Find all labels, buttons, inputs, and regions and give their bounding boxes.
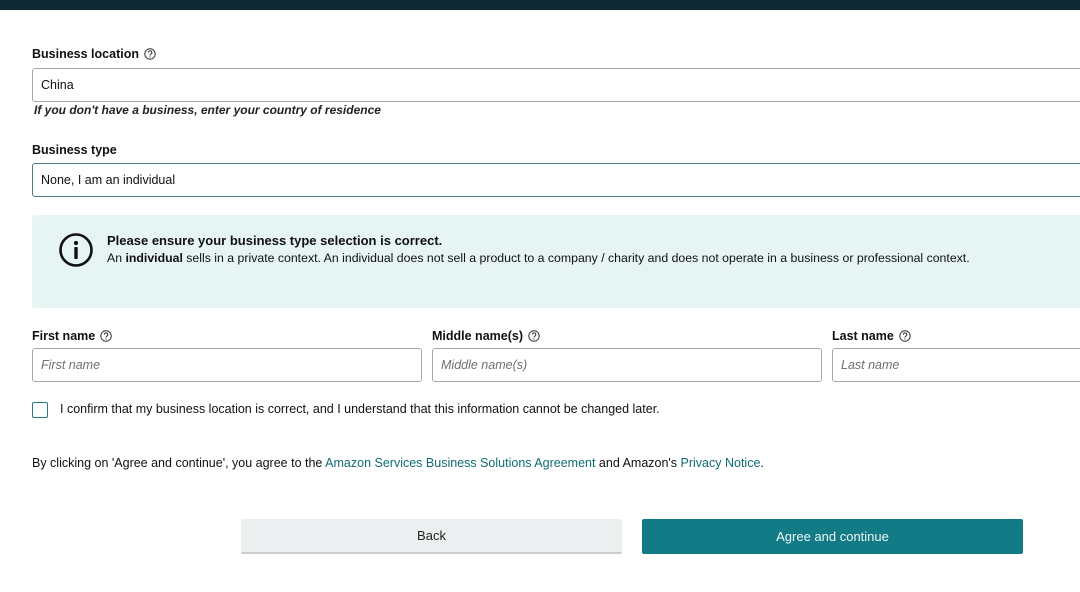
middle-name-input[interactable] [432, 348, 822, 382]
confirm-checkbox-label: I confirm that my business location is c… [60, 402, 660, 416]
business-type-select[interactable]: None, I am an individual [32, 163, 1080, 197]
help-icon[interactable] [528, 330, 540, 342]
last-name-input[interactable] [832, 348, 1080, 382]
info-icon [59, 233, 93, 267]
help-icon[interactable] [899, 330, 911, 342]
privacy-notice-link[interactable]: Privacy Notice [681, 456, 761, 470]
agree-and-continue-button[interactable]: Agree and continue [642, 519, 1023, 554]
info-text: An individual sells in a private context… [107, 251, 970, 265]
help-icon[interactable] [144, 48, 156, 60]
business-location-hint: If you don't have a business, enter your… [34, 103, 381, 117]
top-bar [0, 0, 1080, 10]
agreement-text: By clicking on 'Agree and continue', you… [32, 456, 764, 470]
confirm-checkbox[interactable] [32, 402, 48, 418]
business-location-select[interactable]: China [32, 68, 1080, 102]
first-name-input[interactable] [32, 348, 422, 382]
business-solutions-agreement-link[interactable]: Amazon Services Business Solutions Agree… [325, 456, 595, 470]
back-button[interactable]: Back [241, 519, 622, 554]
help-icon[interactable] [100, 330, 112, 342]
last-name-label: Last name [832, 329, 911, 343]
business-type-label: Business type [32, 143, 117, 157]
info-title: Please ensure your business type selecti… [107, 233, 443, 248]
first-name-label: First name [32, 329, 112, 343]
middle-name-label: Middle name(s) [432, 329, 540, 343]
business-location-label: Business location [32, 47, 156, 61]
